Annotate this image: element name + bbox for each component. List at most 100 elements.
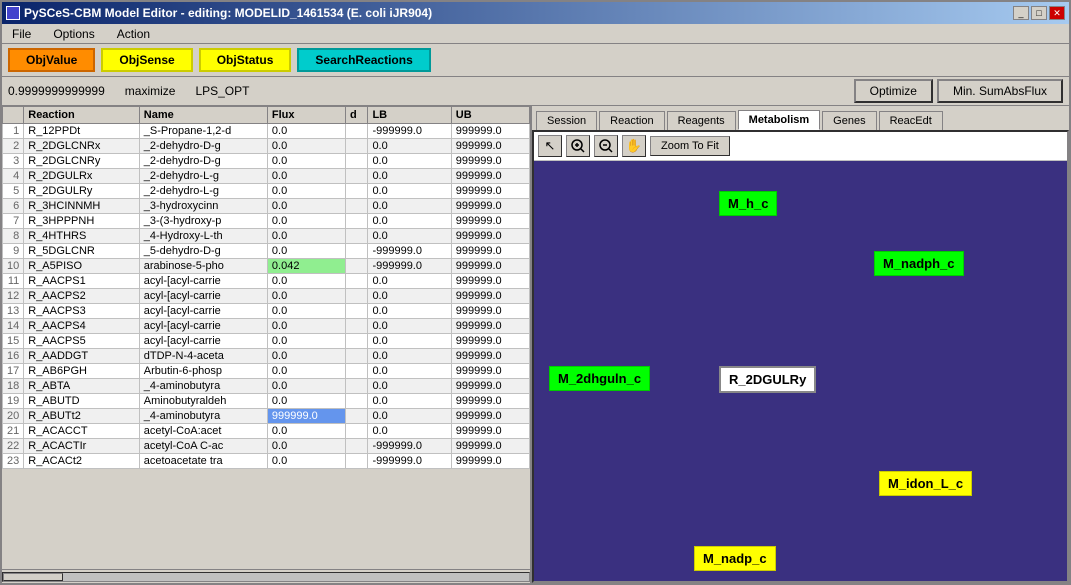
lb-cell: 0.0 (368, 334, 451, 349)
pan-tool-button[interactable]: ✋ (622, 135, 646, 157)
reaction-cell[interactable]: R_4HTHRS (24, 229, 140, 244)
table-row[interactable]: 10 R_A5PISO arabinose-5-pho 0.042 -99999… (3, 259, 530, 274)
reaction-cell[interactable]: R_AADDGT (24, 349, 140, 364)
name-cell: acyl-[acyl-carrie (139, 274, 267, 289)
table-row[interactable]: 3 R_2DGLCNRy _2-dehydro-D-g 0.0 0.0 9999… (3, 154, 530, 169)
node-M_h_c[interactable]: M_h_c (719, 191, 777, 216)
reaction-cell[interactable]: R_5DGLCNR (24, 244, 140, 259)
data-table[interactable]: Reaction Name Flux d LB UB 1 R_12PPDt _S… (2, 106, 530, 569)
horizontal-scrollbar[interactable] (2, 569, 530, 583)
node-M_2dhguln_c[interactable]: M_2dhguln_c (549, 366, 650, 391)
flux-cell: 0.0 (267, 199, 345, 214)
table-row[interactable]: 7 R_3HPPPNH _3-(3-hydroxy-p 0.0 0.0 9999… (3, 214, 530, 229)
table-row[interactable]: 5 R_2DGULRy _2-dehydro-L-g 0.0 0.0 99999… (3, 184, 530, 199)
lb-cell: 0.0 (368, 184, 451, 199)
reaction-cell[interactable]: R_2DGULRx (24, 169, 140, 184)
reaction-cell[interactable]: R_AACPS5 (24, 334, 140, 349)
app-icon (6, 6, 20, 20)
table-row[interactable]: 15 R_AACPS5 acyl-[acyl-carrie 0.0 0.0 99… (3, 334, 530, 349)
reaction-cell[interactable]: R_ABUTD (24, 394, 140, 409)
flux-cell: 0.0 (267, 289, 345, 304)
toolbar-row2: 0.9999999999999 maximize LPS_OPT Optimiz… (2, 77, 1069, 106)
reaction-cell[interactable]: R_2DGULRy (24, 184, 140, 199)
tab-reacedt[interactable]: ReacEdt (879, 111, 943, 130)
reaction-cell[interactable]: R_AACPS4 (24, 319, 140, 334)
lb-cell: 0.0 (368, 364, 451, 379)
maximize-button[interactable]: □ (1031, 6, 1047, 20)
table-row[interactable]: 4 R_2DGULRx _2-dehydro-L-g 0.0 0.0 99999… (3, 169, 530, 184)
reaction-cell[interactable]: R_A5PISO (24, 259, 140, 274)
ub-cell: 999999.0 (451, 199, 529, 214)
reaction-cell[interactable]: R_ABTA (24, 379, 140, 394)
table-row[interactable]: 16 R_AADDGT dTDP-N-4-aceta 0.0 0.0 99999… (3, 349, 530, 364)
ub-cell: 999999.0 (451, 394, 529, 409)
table-row[interactable]: 2 R_2DGLCNRx _2-dehydro-D-g 0.0 0.0 9999… (3, 139, 530, 154)
reaction-cell[interactable]: R_AACPS1 (24, 274, 140, 289)
table-row[interactable]: 17 R_AB6PGH Arbutin-6-phosp 0.0 0.0 9999… (3, 364, 530, 379)
node-R_2DGULRy[interactable]: R_2DGULRy (719, 366, 816, 393)
reaction-cell[interactable]: R_AACPS2 (24, 289, 140, 304)
metabolism-canvas[interactable]: M_h_c M_nadph_c M_2dhguln_c R_2DGULRy M_idon… (534, 161, 1067, 581)
minimize-button[interactable]: _ (1013, 6, 1029, 20)
obj-sense-button[interactable]: ObjSense (101, 48, 192, 72)
node-M_nadph_c[interactable]: M_nadph_c (874, 251, 964, 276)
title-bar: PySCeS-CBM Model Editor - editing: MODEL… (2, 2, 1069, 24)
table-row[interactable]: 6 R_3HCINNMH _3-hydroxycinn 0.0 0.0 9999… (3, 199, 530, 214)
menu-file[interactable]: File (6, 25, 37, 43)
table-row[interactable]: 21 R_ACACCT acetyl-CoA:acet 0.0 0.0 9999… (3, 424, 530, 439)
reaction-cell[interactable]: R_ACACCT (24, 424, 140, 439)
row-number: 19 (3, 394, 24, 409)
search-reactions-button[interactable]: SearchReactions (297, 48, 430, 72)
table-row[interactable]: 8 R_4HTHRS _4-Hydroxy-L-th 0.0 0.0 99999… (3, 229, 530, 244)
reaction-cell[interactable]: R_3HCINNMH (24, 199, 140, 214)
tab-reagents[interactable]: Reagents (667, 111, 736, 130)
tab-session[interactable]: Session (536, 111, 597, 130)
close-button[interactable]: ✕ (1049, 6, 1065, 20)
obj-value-button[interactable]: ObjValue (8, 48, 95, 72)
reaction-cell[interactable]: R_ACACt2 (24, 454, 140, 469)
lb-cell: 0.0 (368, 409, 451, 424)
zoom-in-button[interactable] (566, 135, 590, 157)
obj-status-button[interactable]: ObjStatus (199, 48, 292, 72)
row-number: 13 (3, 304, 24, 319)
reaction-cell[interactable]: R_AB6PGH (24, 364, 140, 379)
table-row[interactable]: 23 R_ACACt2 acetoacetate tra 0.0 -999999… (3, 454, 530, 469)
reaction-cell[interactable]: R_ACACTIr (24, 439, 140, 454)
table-row[interactable]: 14 R_AACPS4 acyl-[acyl-carrie 0.0 0.0 99… (3, 319, 530, 334)
table-row[interactable]: 9 R_5DGLCNR _5-dehydro-D-g 0.0 -999999.0… (3, 244, 530, 259)
row-number: 3 (3, 154, 24, 169)
table-row[interactable]: 11 R_AACPS1 acyl-[acyl-carrie 0.0 0.0 99… (3, 274, 530, 289)
scrollbar-thumb[interactable] (3, 573, 63, 581)
reaction-cell[interactable]: R_12PPDt (24, 124, 140, 139)
menu-action[interactable]: Action (111, 25, 156, 43)
row-number: 21 (3, 424, 24, 439)
node-M_idon_L_c[interactable]: M_idon_L_c (879, 471, 972, 496)
tab-genes[interactable]: Genes (822, 111, 876, 130)
table-row[interactable]: 12 R_AACPS2 acyl-[acyl-carrie 0.0 0.0 99… (3, 289, 530, 304)
table-row[interactable]: 20 R_ABUTt2 _4-aminobutyra 999999.0 0.0 … (3, 409, 530, 424)
table-row[interactable]: 19 R_ABUTD Aminobutyraldeh 0.0 0.0 99999… (3, 394, 530, 409)
menu-options[interactable]: Options (47, 25, 100, 43)
zoom-out-button[interactable] (594, 135, 618, 157)
tab-metabolism[interactable]: Metabolism (738, 110, 821, 130)
reaction-cell[interactable]: R_3HPPPNH (24, 214, 140, 229)
table-row[interactable]: 18 R_ABTA _4-aminobutyra 0.0 0.0 999999.… (3, 379, 530, 394)
min-sum-button[interactable]: Min. SumAbsFlux (937, 79, 1063, 103)
reaction-cell[interactable]: R_AACPS3 (24, 304, 140, 319)
d-cell (346, 334, 368, 349)
ub-cell: 999999.0 (451, 154, 529, 169)
cursor-tool-button[interactable]: ↖ (538, 135, 562, 157)
tab-reaction[interactable]: Reaction (599, 111, 664, 130)
reaction-cell[interactable]: R_2DGLCNRy (24, 154, 140, 169)
row-number: 4 (3, 169, 24, 184)
col-num (3, 107, 24, 124)
optimize-button[interactable]: Optimize (854, 79, 933, 103)
ub-cell: 999999.0 (451, 334, 529, 349)
table-row[interactable]: 13 R_AACPS3 acyl-[acyl-carrie 0.0 0.0 99… (3, 304, 530, 319)
table-row[interactable]: 1 R_12PPDt _S-Propane-1,2-d 0.0 -999999.… (3, 124, 530, 139)
node-M_nadp_c[interactable]: M_nadp_c (694, 546, 776, 571)
reaction-cell[interactable]: R_2DGLCNRx (24, 139, 140, 154)
zoom-to-fit-button[interactable]: Zoom To Fit (650, 136, 730, 156)
reaction-cell[interactable]: R_ABUTt2 (24, 409, 140, 424)
table-row[interactable]: 22 R_ACACTIr acetyl-CoA C-ac 0.0 -999999… (3, 439, 530, 454)
